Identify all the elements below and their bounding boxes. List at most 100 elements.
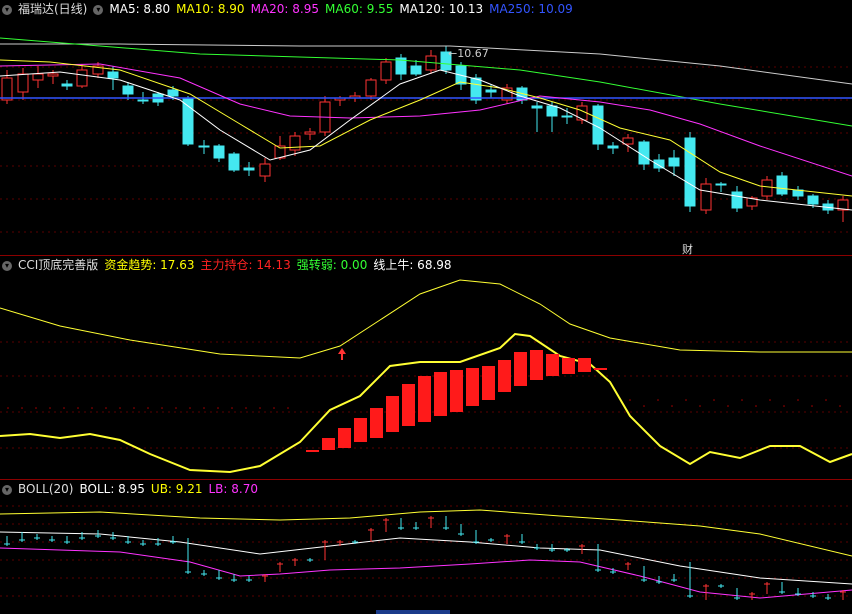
candle-body <box>653 159 665 169</box>
position-bar <box>322 438 335 450</box>
candle-body <box>213 145 225 159</box>
signal-dot <box>783 405 785 407</box>
ma250-value: MA250: 10.09 <box>489 2 573 16</box>
position-bar <box>578 358 591 372</box>
date-cursor-tag[interactable] <box>376 610 450 614</box>
candle-body <box>32 73 44 81</box>
candle-body <box>61 83 73 87</box>
signal-dot <box>245 407 247 409</box>
position-bar <box>306 450 319 452</box>
candle-body <box>380 61 392 81</box>
position-bar <box>338 428 351 448</box>
ma10-line <box>0 59 852 197</box>
position-bar <box>354 418 367 442</box>
collapse-icon[interactable]: ▾ <box>2 260 12 271</box>
signal-dot <box>161 407 163 409</box>
settings-icon[interactable]: ▾ <box>93 4 104 15</box>
signal-dot <box>629 399 631 401</box>
position-bar <box>466 368 479 406</box>
boll-mid-value: BOLL: 8.95 <box>79 482 145 496</box>
candle-body <box>546 105 558 117</box>
main-position-value: 主力持仓: 14.13 <box>200 258 291 272</box>
signal-dot <box>259 407 261 409</box>
candle-body <box>1 77 13 101</box>
signal-dot <box>189 407 191 409</box>
boll-chart[interactable] <box>0 480 852 614</box>
signal-dot <box>671 405 673 407</box>
candle-body <box>485 89 497 93</box>
signal-dot <box>21 407 23 409</box>
boll-ub-value: UB: 9.21 <box>150 482 203 496</box>
ma20-line <box>0 63 852 177</box>
ma120-value: MA120: 10.13 <box>399 2 484 16</box>
signal-dot <box>133 407 135 409</box>
trend-line <box>0 279 852 359</box>
position-bar <box>546 354 559 376</box>
candle-body <box>107 71 119 79</box>
candle-body <box>561 115 573 118</box>
candle-body <box>228 153 240 171</box>
cci-title: CCI顶底完善版 <box>18 258 99 272</box>
position-bar <box>530 350 543 380</box>
signal-dot <box>91 407 93 409</box>
candle-body <box>365 79 377 97</box>
signal-dot <box>147 407 149 409</box>
cci-pane[interactable]: ▾ CCI顶底完善版 资金趋势: 17.63 主力持仓: 14.13 强转弱: 0.00… <box>0 256 852 479</box>
strong-to-weak-value: 强转弱: 0.00 <box>296 258 368 272</box>
position-bar <box>450 370 463 412</box>
price-pane[interactable]: ▾ 福瑞达(日线) ▾ MA5: 8.80 MA10: 8.90 MA20: 8.95 MA… <box>0 0 852 255</box>
candle-body <box>607 145 619 149</box>
event-tag[interactable]: 财 <box>682 241 693 255</box>
candle-body <box>182 97 194 145</box>
ma20-value: MA20: 8.95 <box>250 2 319 16</box>
signal-dot <box>287 407 289 409</box>
signal-dot <box>727 405 729 407</box>
signal-dot <box>231 407 233 409</box>
candle-body <box>684 137 696 207</box>
boll-lb-value: LB: 8.70 <box>208 482 259 496</box>
signal-dot <box>713 399 715 401</box>
signal-dot <box>35 407 37 409</box>
candle-body <box>761 179 773 197</box>
collapse-icon[interactable]: ▾ <box>2 4 12 15</box>
position-bar <box>482 366 495 400</box>
cci-chart[interactable] <box>0 256 852 479</box>
collapse-icon[interactable]: ▾ <box>2 484 12 495</box>
signal-dot <box>657 399 659 401</box>
ma60-value: MA60: 9.55 <box>325 2 394 16</box>
position-bar <box>562 358 575 374</box>
signal-dot <box>105 407 107 409</box>
position-bar <box>370 408 383 438</box>
candle-body <box>470 77 482 101</box>
signal-dot <box>699 405 701 407</box>
signal-dot <box>49 407 51 409</box>
high-price-annotation: ←10.67 <box>448 47 489 60</box>
signal-dot <box>7 407 9 409</box>
signal-dot <box>685 399 687 401</box>
signal-dot <box>203 407 205 409</box>
boll-legend: ▾ BOLL(20) BOLL: 8.95 UB: 9.21 LB: 8.70 <box>2 481 264 497</box>
signal-dot <box>643 405 645 407</box>
position-bar <box>402 384 415 426</box>
signal-dot <box>839 405 841 407</box>
candle-body <box>807 195 819 205</box>
candle-body <box>167 89 179 97</box>
fund-trend-value: 资金趋势: 17.63 <box>104 258 195 272</box>
position-bar <box>386 396 399 432</box>
candle-body <box>410 65 422 75</box>
candle-body <box>731 191 743 209</box>
candle-body <box>76 69 88 87</box>
ma10-value: MA10: 8.90 <box>176 2 245 16</box>
boll-pane[interactable]: ▾ BOLL(20) BOLL: 8.95 UB: 9.21 LB: 8.70 <box>0 480 852 614</box>
boll-title: BOLL(20) <box>18 482 74 496</box>
high-price-label: 10.67 <box>457 47 489 60</box>
candle-body <box>715 183 727 186</box>
price-chart[interactable] <box>0 0 852 255</box>
candle-body <box>259 163 271 177</box>
signal-dot <box>797 399 799 401</box>
signal-dot <box>741 399 743 401</box>
signal-dot <box>119 407 121 409</box>
price-legend: ▾ 福瑞达(日线) ▾ MA5: 8.80 MA10: 8.90 MA20: 8.95 MA… <box>2 1 579 17</box>
position-bar <box>594 368 607 370</box>
candle-body <box>638 141 650 165</box>
